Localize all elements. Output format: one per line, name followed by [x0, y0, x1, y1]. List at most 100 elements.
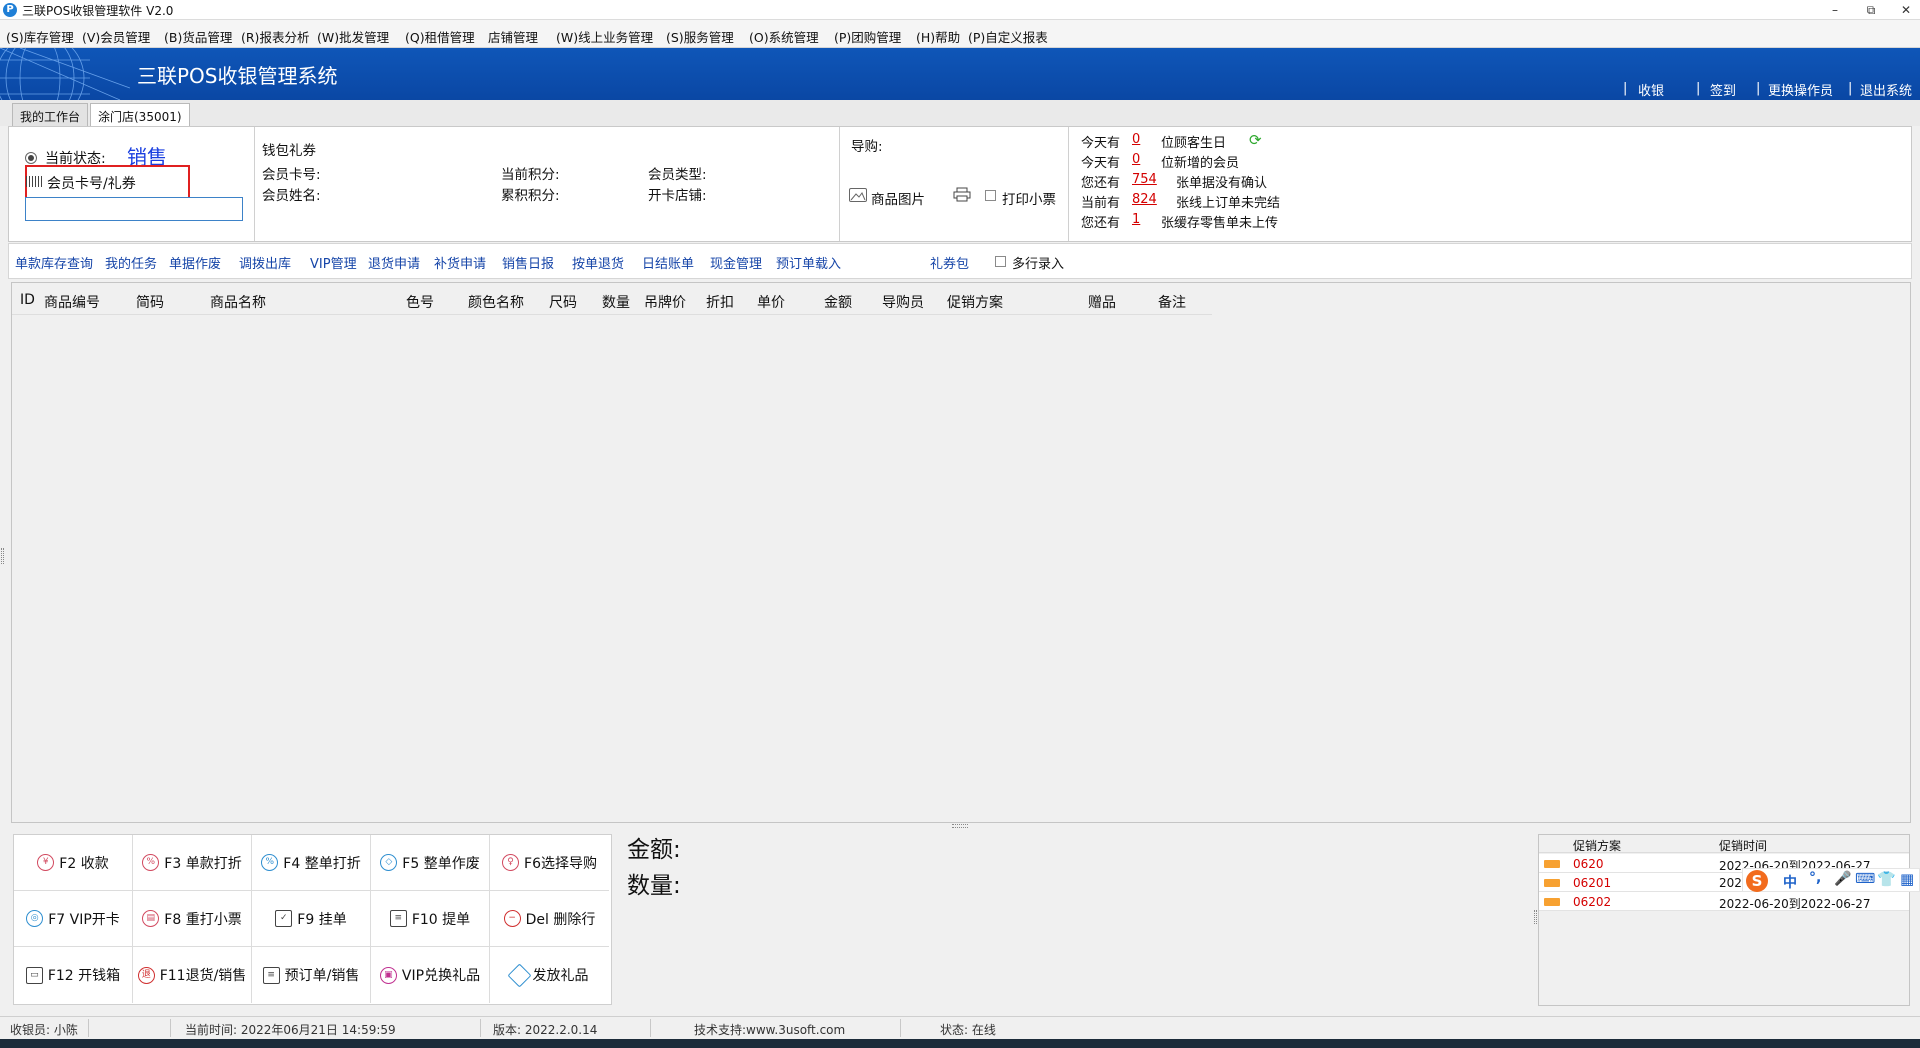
- link-load-preorder[interactable]: 预订单载入: [776, 253, 841, 272]
- notice-count[interactable]: 824: [1132, 192, 1157, 207]
- f9-hold-order-button[interactable]: ✓ F9 挂单: [252, 891, 371, 947]
- col-color-no[interactable]: 色号: [406, 292, 434, 312]
- link-gift-pack[interactable]: 礼券包: [930, 253, 969, 272]
- link-transfer-out[interactable]: 调拨出库: [239, 253, 291, 272]
- banner-link-exit[interactable]: 退出系统: [1860, 80, 1912, 99]
- f6-select-guide-button[interactable]: ♀ F6选择导购: [490, 835, 609, 891]
- menu-online[interactable]: (W)线上业务管理: [556, 27, 653, 46]
- banner-link-change-operator[interactable]: 更换操作员: [1768, 80, 1833, 99]
- state-radio[interactable]: [25, 152, 37, 164]
- col-id[interactable]: ID: [20, 292, 35, 308]
- notice-count[interactable]: 0: [1132, 152, 1140, 167]
- menu-wholesale[interactable]: (W)批发管理: [317, 27, 389, 46]
- menu-goods[interactable]: (B)货品管理: [164, 27, 232, 46]
- menu-member[interactable]: (V)会员管理: [82, 27, 150, 46]
- splitter-handle-icon[interactable]: [1, 548, 4, 564]
- splitter-handle-icon[interactable]: [952, 824, 968, 828]
- title-bar: P 三联POS收银管理软件 V2.0 – ⧉ ✕: [0, 0, 1920, 20]
- f8-reprint-button[interactable]: ▤ F8 重打小票: [133, 891, 252, 947]
- sales-grid[interactable]: ID 商品编号 简码 商品名称 色号 颜色名称 尺码 数量 吊牌价 折扣 单价 …: [11, 282, 1911, 823]
- notice-count[interactable]: 754: [1132, 172, 1157, 187]
- minimize-icon[interactable]: –: [1822, 1, 1848, 19]
- col-tag-price[interactable]: 吊牌价: [644, 292, 686, 312]
- col-short-code[interactable]: 简码: [136, 292, 164, 312]
- menu-store[interactable]: 店铺管理: [488, 27, 538, 46]
- percent-icon: %: [142, 854, 160, 871]
- link-return-request[interactable]: 退货申请: [368, 253, 420, 272]
- card-input[interactable]: [25, 197, 243, 221]
- keyboard-icon[interactable]: ⌨: [1855, 871, 1875, 887]
- toolbox-icon[interactable]: ▦: [1900, 870, 1914, 888]
- col-discount[interactable]: 折扣: [706, 292, 734, 312]
- f4-order-discount-button[interactable]: % F4 整单打折: [252, 835, 371, 891]
- f12-open-drawer-button[interactable]: ▭ F12 开钱箱: [14, 947, 133, 1003]
- banner-separator: |: [1848, 81, 1853, 96]
- col-product-name[interactable]: 商品名称: [210, 292, 266, 312]
- banner-link-cashier[interactable]: 收银: [1638, 80, 1664, 99]
- eraser-icon: ◇: [380, 854, 398, 871]
- refresh-icon[interactable]: ⟳: [1249, 131, 1262, 149]
- tab-workbench[interactable]: 我的工作台: [12, 103, 89, 126]
- notice-row: 当前有 824 张线上订单未完结: [1081, 192, 1281, 211]
- menu-custom-report[interactable]: (P)自定义报表: [968, 27, 1048, 46]
- close-icon[interactable]: ✕: [1893, 1, 1919, 19]
- banner-link-signin[interactable]: 签到: [1710, 80, 1736, 99]
- multi-line-checkbox[interactable]: [995, 256, 1006, 267]
- promotion-row[interactable]: 06202 2022-06-20到2022-06-27: [1539, 892, 1909, 911]
- ime-language[interactable]: 中: [1783, 872, 1797, 892]
- link-cash-management[interactable]: 现金管理: [710, 253, 762, 272]
- f3-item-discount-button[interactable]: % F3 单款打折: [133, 835, 252, 891]
- skin-icon[interactable]: 👕: [1877, 870, 1896, 888]
- sogou-logo-icon[interactable]: S: [1746, 870, 1768, 892]
- menu-inventory[interactable]: (S)库存管理: [6, 27, 74, 46]
- document-icon: ≡: [389, 910, 407, 927]
- punctuation-icon[interactable]: °,: [1809, 870, 1821, 886]
- col-remark[interactable]: 备注: [1158, 292, 1186, 312]
- menu-service[interactable]: (S)服务管理: [666, 27, 734, 46]
- vip-redeem-gift-button[interactable]: ▣ VIP兑换礼品: [371, 947, 490, 1003]
- product-image-button[interactable]: 商品图片: [871, 188, 925, 208]
- splitter-handle-icon[interactable]: [1534, 910, 1537, 924]
- promotion-panel: 促销方案 促销时间 0620 2022-06-20到2022-06-27 062…: [1538, 834, 1910, 1006]
- link-daily-sales[interactable]: 销售日报: [502, 253, 554, 272]
- f2-checkout-button[interactable]: ¥ F2 收款: [14, 835, 133, 891]
- notice-count[interactable]: 0: [1132, 132, 1140, 147]
- print-receipt-checkbox[interactable]: [985, 190, 996, 201]
- f5-void-order-button[interactable]: ◇ F5 整单作废: [371, 835, 490, 891]
- menu-rental[interactable]: (Q)租借管理: [405, 27, 475, 46]
- col-product-code[interactable]: 商品编号: [44, 292, 100, 312]
- col-promotion[interactable]: 促销方案: [947, 292, 1003, 312]
- col-quantity[interactable]: 数量: [602, 292, 630, 312]
- menu-help[interactable]: (H)帮助: [916, 27, 960, 46]
- f7-vip-card-button[interactable]: ◎ F7 VIP开卡: [14, 891, 133, 947]
- restore-icon[interactable]: ⧉: [1858, 1, 1884, 19]
- link-daily-settlement[interactable]: 日结账单: [642, 253, 694, 272]
- status-cashier: 收银员: 小陈: [10, 1023, 78, 1037]
- link-my-tasks[interactable]: 我的任务: [105, 253, 157, 272]
- f10-retrieve-order-button[interactable]: ≡ F10 提单: [371, 891, 490, 947]
- col-size[interactable]: 尺码: [549, 292, 577, 312]
- col-unit-price[interactable]: 单价: [757, 292, 785, 312]
- f11-return-sale-button[interactable]: 退 F11退货/销售: [133, 947, 252, 1003]
- col-color-name[interactable]: 颜色名称: [468, 292, 524, 312]
- link-replenish-request[interactable]: 补货申请: [434, 253, 486, 272]
- image-icon[interactable]: [849, 188, 867, 202]
- preorder-sale-button[interactable]: ≡ 预订单/销售: [252, 947, 371, 1003]
- link-stock-query[interactable]: 单款库存查询: [15, 253, 93, 272]
- del-delete-row-button[interactable]: − Del 删除行: [490, 891, 609, 947]
- panel-divider: [254, 127, 255, 241]
- col-amount[interactable]: 金额: [824, 292, 852, 312]
- tab-store[interactable]: 涂门店(35001): [90, 103, 190, 126]
- link-vip-management[interactable]: VIP管理: [310, 253, 357, 272]
- col-gift[interactable]: 赠品: [1088, 292, 1116, 312]
- link-void-document[interactable]: 单据作废: [169, 253, 221, 272]
- menu-reports[interactable]: (R)报表分析: [241, 27, 309, 46]
- printer-icon[interactable]: [953, 187, 971, 202]
- notice-count[interactable]: 1: [1132, 212, 1140, 227]
- col-guide[interactable]: 导购员: [882, 292, 924, 312]
- microphone-icon[interactable]: 🎤: [1834, 871, 1851, 887]
- issue-gift-button[interactable]: 发放礼品: [490, 947, 609, 1003]
- link-return-by-order[interactable]: 按单退货: [572, 253, 624, 272]
- menu-system[interactable]: (O)系统管理: [749, 27, 819, 46]
- menu-groupbuy[interactable]: (P)团购管理: [834, 27, 901, 46]
